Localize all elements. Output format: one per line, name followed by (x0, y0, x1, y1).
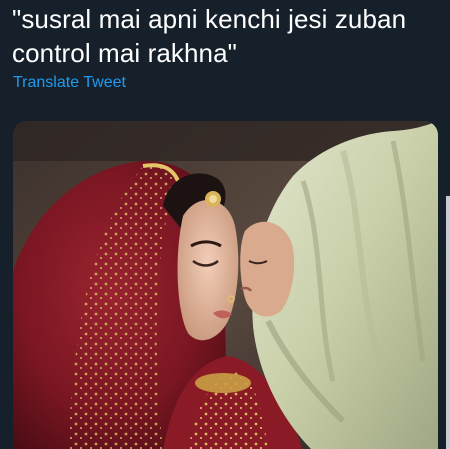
photo-illustration (13, 121, 438, 449)
tweet-card: "susral mai apni kenchi jesi zuban contr… (0, 0, 450, 449)
scrollbar-edge (446, 196, 450, 449)
translate-tweet-link[interactable]: Translate Tweet (13, 73, 126, 93)
tweet-text: "susral mai apni kenchi jesi zuban contr… (12, 4, 407, 68)
tweet-media-photo[interactable] (13, 121, 438, 449)
